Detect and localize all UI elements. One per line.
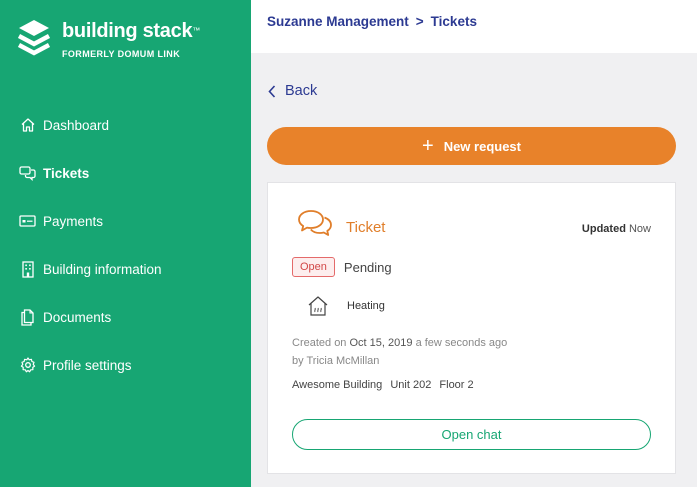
chevron-left-icon xyxy=(268,84,276,98)
breadcrumb-parent-link[interactable]: Suzanne Management xyxy=(267,14,409,29)
sidebar-item-label: Documents xyxy=(43,309,112,325)
chat-bubbles-icon xyxy=(19,165,36,182)
category-label: Heating xyxy=(347,300,385,312)
ticket-title: Ticket xyxy=(346,219,386,236)
sidebar-item-label: Payments xyxy=(43,213,104,229)
breadcrumb-separator: > xyxy=(415,14,424,29)
sidebar-item-payments[interactable]: Payments xyxy=(0,197,251,245)
sidebar-item-label: Dashboard xyxy=(43,117,110,133)
brand-subtitle: FORMERLY DOMUM LINK xyxy=(62,49,181,59)
open-chat-button[interactable]: Open chat xyxy=(292,419,651,450)
status-row: Open Pending xyxy=(292,257,392,277)
ticket-created-info: Created on Oct 15, 2019 a few seconds ag… xyxy=(292,337,508,367)
chat-bubbles-icon xyxy=(298,210,332,236)
new-request-label: New request xyxy=(443,138,521,154)
sidebar-item-label: Tickets xyxy=(43,165,90,181)
ticket-location: Awesome Building Unit 202 Floor 2 xyxy=(292,379,479,391)
sidebar-item-building-information[interactable]: Building information xyxy=(0,245,251,293)
sidebar-item-label: Building information xyxy=(43,261,162,277)
building-name: Awesome Building xyxy=(292,379,383,391)
stacked-layers-logo-icon xyxy=(18,20,50,56)
breadcrumb: Suzanne Management > Tickets xyxy=(267,14,477,29)
unit-label: Unit 202 xyxy=(390,379,432,391)
home-icon xyxy=(19,117,36,134)
sidebar: building stack™ FORMERLY DOMUM LINK Dash… xyxy=(0,0,251,487)
plus-icon: + xyxy=(422,135,434,157)
sidebar-nav: Dashboard Tickets Payments Building info… xyxy=(0,101,251,389)
brand-name: building stack™ xyxy=(62,20,200,42)
new-request-button[interactable]: + New request xyxy=(267,127,676,165)
card-icon xyxy=(19,213,36,230)
gear-icon xyxy=(19,357,36,374)
building-icon xyxy=(19,260,36,278)
status-badge: Open xyxy=(292,257,335,277)
brand-logo[interactable]: building stack™ FORMERLY DOMUM LINK xyxy=(18,20,200,59)
status-text: Pending xyxy=(343,259,392,275)
sidebar-item-dashboard[interactable]: Dashboard xyxy=(0,101,251,149)
breadcrumb-current[interactable]: Tickets xyxy=(431,14,477,29)
heating-house-icon xyxy=(308,296,328,316)
sidebar-item-tickets[interactable]: Tickets xyxy=(0,149,251,197)
updated-timestamp: Updated Now xyxy=(581,223,651,235)
ticket-category: Heating xyxy=(306,294,385,318)
floor-label: Floor 2 xyxy=(439,379,474,391)
ticket-card[interactable]: Ticket Updated Now Open Pending Heating … xyxy=(267,182,676,474)
back-link[interactable]: Back xyxy=(268,83,317,99)
sidebar-item-documents[interactable]: Documents xyxy=(0,293,251,341)
sidebar-item-profile-settings[interactable]: Profile settings xyxy=(0,341,251,389)
sidebar-item-label: Profile settings xyxy=(43,357,132,373)
documents-icon xyxy=(19,308,36,326)
back-label: Back xyxy=(285,83,318,99)
top-bar: Suzanne Management > Tickets xyxy=(251,0,697,53)
